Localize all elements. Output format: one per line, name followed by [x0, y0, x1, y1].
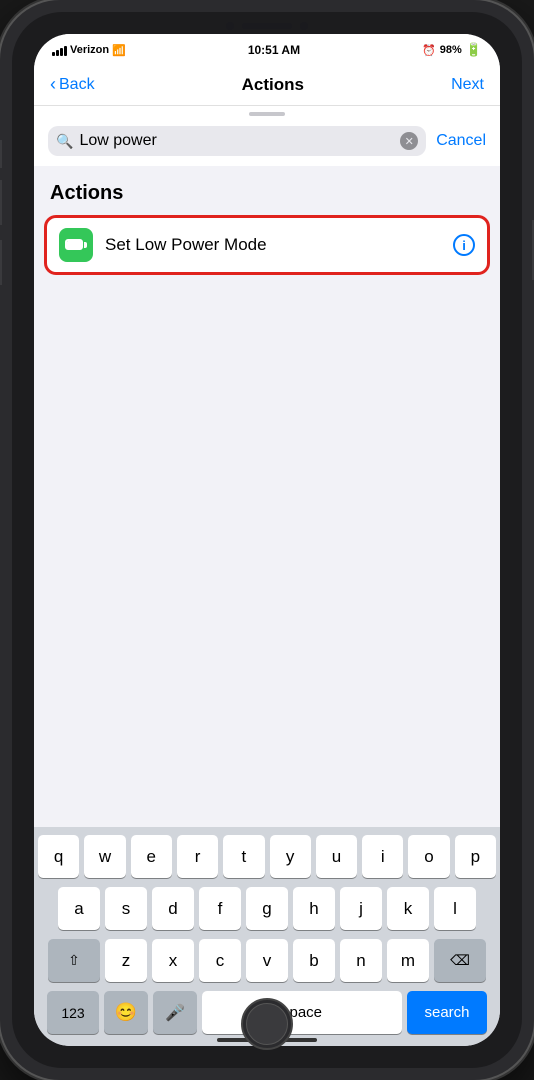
- sensor: [300, 22, 308, 30]
- screen: Verizon 📶 10:51 AM ⏰ 98% 🔋 ‹ Back Action…: [34, 34, 500, 1046]
- numbers-key[interactable]: 123: [47, 991, 99, 1034]
- search-key[interactable]: search: [407, 991, 487, 1034]
- action-info-button[interactable]: i: [453, 234, 475, 256]
- search-icon: 🔍: [56, 133, 73, 150]
- key-x[interactable]: x: [152, 939, 194, 982]
- key-h[interactable]: h: [293, 887, 335, 930]
- front-camera: [226, 22, 234, 30]
- key-l[interactable]: l: [434, 887, 476, 930]
- battery-pct: 98%: [440, 44, 462, 56]
- key-q[interactable]: q: [38, 835, 79, 878]
- key-w[interactable]: w: [84, 835, 125, 878]
- back-button[interactable]: ‹ Back: [50, 74, 95, 95]
- volume-down-button: [0, 240, 2, 285]
- back-label: Back: [59, 76, 95, 94]
- phone-inner: Verizon 📶 10:51 AM ⏰ 98% 🔋 ‹ Back Action…: [12, 12, 522, 1068]
- key-r[interactable]: r: [177, 835, 218, 878]
- action-label-set-low-power-mode: Set Low Power Mode: [105, 235, 453, 255]
- action-icon-battery: [59, 228, 93, 262]
- nav-title: Actions: [242, 75, 304, 95]
- volume-up-button: [0, 180, 2, 225]
- content-area: Actions Set Low Power Mode i: [34, 166, 500, 827]
- key-u[interactable]: u: [316, 835, 357, 878]
- chevron-left-icon: ‹: [50, 74, 56, 95]
- search-section: 🔍 Low power ✕ Cancel: [34, 120, 500, 166]
- key-m[interactable]: m: [387, 939, 429, 982]
- top-sensors: [226, 22, 308, 30]
- key-n[interactable]: n: [340, 939, 382, 982]
- drag-indicator: [34, 106, 500, 120]
- emoji-key[interactable]: 😊: [104, 991, 148, 1034]
- key-e[interactable]: e: [131, 835, 172, 878]
- key-k[interactable]: k: [387, 887, 429, 930]
- key-y[interactable]: y: [270, 835, 311, 878]
- carrier-name: Verizon: [70, 44, 109, 56]
- keyboard-row-3: ⇧ z x c v b n m ⌫: [38, 939, 496, 982]
- status-bar: Verizon 📶 10:51 AM ⏰ 98% 🔋: [34, 34, 500, 66]
- key-z[interactable]: z: [105, 939, 147, 982]
- shift-key[interactable]: ⇧: [48, 939, 100, 982]
- search-clear-button[interactable]: ✕: [400, 132, 418, 150]
- key-c[interactable]: c: [199, 939, 241, 982]
- next-button[interactable]: Next: [451, 76, 484, 94]
- search-cancel-button[interactable]: Cancel: [426, 132, 486, 150]
- earpiece-speaker: [242, 23, 292, 29]
- home-button-inner: [246, 1003, 288, 1045]
- phone-frame: Verizon 📶 10:51 AM ⏰ 98% 🔋 ‹ Back Action…: [0, 0, 534, 1080]
- signal-bar-1: [52, 52, 55, 56]
- signal-bar-2: [56, 50, 59, 56]
- key-v[interactable]: v: [246, 939, 288, 982]
- drag-pill: [249, 112, 285, 116]
- key-d[interactable]: d: [152, 887, 194, 930]
- key-p[interactable]: p: [455, 835, 496, 878]
- key-b[interactable]: b: [293, 939, 335, 982]
- search-input[interactable]: Low power: [79, 132, 394, 150]
- section-header: Actions: [34, 182, 500, 215]
- keyboard-row-2: a s d f g h j k l: [38, 887, 496, 930]
- signal-bar-3: [60, 48, 63, 56]
- status-left: Verizon 📶: [52, 44, 126, 57]
- signal-bars: [52, 44, 67, 56]
- key-i[interactable]: i: [362, 835, 403, 878]
- battery-icon: 🔋: [466, 42, 482, 58]
- action-row-set-low-power-mode[interactable]: Set Low Power Mode i: [44, 215, 490, 275]
- alarm-icon: ⏰: [422, 44, 436, 57]
- mic-key[interactable]: 🎤: [153, 991, 197, 1034]
- mute-switch: [0, 140, 2, 168]
- home-button[interactable]: [241, 998, 293, 1050]
- key-j[interactable]: j: [340, 887, 382, 930]
- key-t[interactable]: t: [223, 835, 264, 878]
- space-key[interactable]: space: [202, 991, 402, 1034]
- status-right: ⏰ 98% 🔋: [422, 42, 482, 58]
- status-time: 10:51 AM: [248, 43, 300, 57]
- nav-bar: ‹ Back Actions Next: [34, 66, 500, 106]
- backspace-key[interactable]: ⌫: [434, 939, 486, 982]
- key-o[interactable]: o: [408, 835, 449, 878]
- key-s[interactable]: s: [105, 887, 147, 930]
- key-f[interactable]: f: [199, 887, 241, 930]
- key-a[interactable]: a: [58, 887, 100, 930]
- wifi-icon: 📶: [112, 44, 126, 57]
- keyboard-row-1: q w e r t y u i o p: [38, 835, 496, 878]
- signal-bar-4: [64, 46, 67, 56]
- search-bar[interactable]: 🔍 Low power ✕: [48, 126, 426, 156]
- key-g[interactable]: g: [246, 887, 288, 930]
